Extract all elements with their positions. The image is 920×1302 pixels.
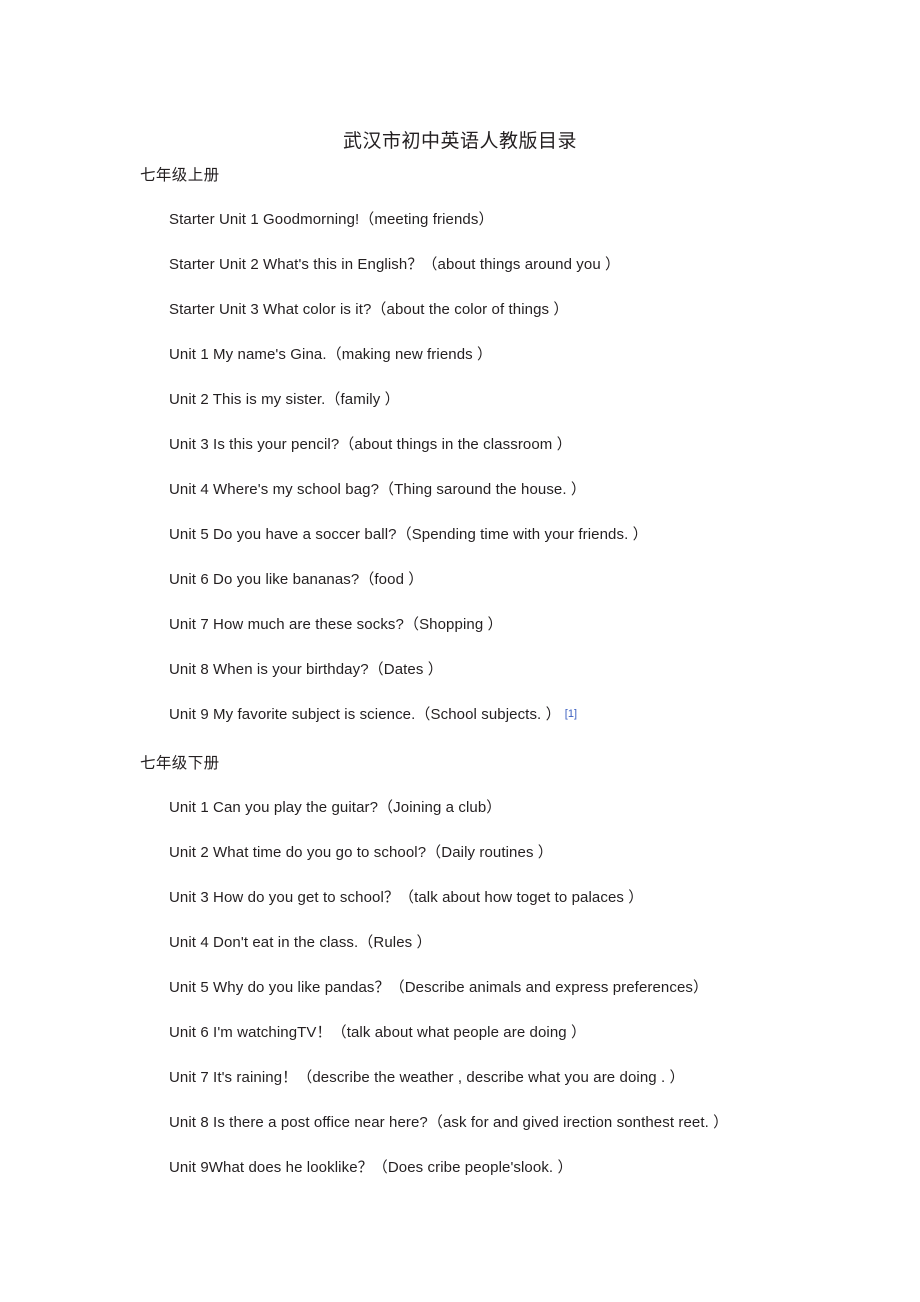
list-item: Unit 6 I'm watchingTV！（talk about what p… [169, 1010, 728, 1055]
list-item: Unit 4 Don't eat in the class.（Rules ） [169, 920, 728, 965]
list-item: Unit 4 Where's my school bag?（Thing saro… [169, 467, 648, 512]
document-page: 武汉市初中英语人教版目录 七年级上册 Starter Unit 1 Goodmo… [0, 0, 920, 1302]
page-title: 武汉市初中英语人教版目录 [342, 129, 577, 152]
footnote-reference-link[interactable]: [1] [565, 708, 578, 720]
unit-label: Starter Unit 1 Goodmorning!（meeting frie… [169, 211, 494, 228]
list-item: Unit 2 What time do you go to school?（Da… [169, 830, 728, 875]
list-item: Unit 6 Do you like bananas?（food ） [169, 557, 648, 602]
unit-label: Unit 7 How much are these socks?（Shoppin… [169, 616, 503, 633]
unit-label: Unit 9What does he looklike？（Does cribe … [169, 1159, 573, 1176]
unit-label: Unit 2 This is my sister.（family ） [169, 391, 400, 408]
unit-label: Unit 8 When is your birthday?（Dates ） [169, 661, 443, 678]
list-item: Unit 7 It's raining！（describe the weathe… [169, 1055, 728, 1100]
list-item: Starter Unit 2 What's this in English？（a… [169, 242, 648, 287]
unit-list-grade7-volume1: Starter Unit 1 Goodmorning!（meeting frie… [169, 197, 648, 737]
unit-label: Unit 4 Don't eat in the class.（Rules ） [169, 934, 432, 951]
unit-label: Starter Unit 3 What color is it?（about t… [169, 301, 569, 318]
list-item: Unit 1 My name's Gina.（making new friend… [169, 332, 648, 377]
unit-label: Unit 3 How do you get to school？（talk ab… [169, 889, 644, 906]
list-item: Unit 1 Can you play the guitar?（Joining … [169, 785, 728, 830]
list-item: Unit 8 Is there a post office near here?… [169, 1100, 728, 1145]
list-item: Unit 9 My favorite subject is science.（S… [169, 692, 648, 737]
unit-label: Unit 5 Do you have a soccer ball?（Spendi… [169, 526, 648, 543]
unit-label: Unit 3 Is this your pencil?（about things… [169, 436, 572, 453]
unit-label: Unit 1 Can you play the guitar?（Joining … [169, 799, 502, 816]
unit-label: Unit 8 Is there a post office near here?… [169, 1114, 729, 1131]
section-heading-grade7-volume1: 七年级上册 [140, 166, 220, 184]
unit-label: Unit 6 I'm watchingTV！（talk about what p… [169, 1024, 587, 1041]
list-item: Unit 5 Why do you like pandas？（Describe … [169, 965, 728, 1010]
list-item: Unit 5 Do you have a soccer ball?（Spendi… [169, 512, 648, 557]
list-item: Unit 8 When is your birthday?（Dates ） [169, 647, 648, 692]
list-item: Unit 7 How much are these socks?（Shoppin… [169, 602, 648, 647]
unit-label: Starter Unit 2 What's this in English？（a… [169, 256, 621, 273]
unit-label: Unit 5 Why do you like pandas？（Describe … [169, 979, 709, 996]
list-item: Starter Unit 1 Goodmorning!（meeting frie… [169, 197, 648, 242]
unit-list-grade7-volume2: Unit 1 Can you play the guitar?（Joining … [169, 785, 728, 1190]
list-item: Starter Unit 3 What color is it?（about t… [169, 287, 648, 332]
list-item: Unit 3 Is this your pencil?（about things… [169, 422, 648, 467]
unit-label: Unit 6 Do you like bananas?（food ） [169, 571, 424, 588]
list-item: Unit 2 This is my sister.（family ） [169, 377, 648, 422]
unit-label: Unit 9 My favorite subject is science.（S… [169, 706, 561, 723]
section-heading-grade7-volume2: 七年级下册 [140, 754, 220, 772]
list-item: Unit 3 How do you get to school？（talk ab… [169, 875, 728, 920]
unit-label: Unit 2 What time do you go to school?（Da… [169, 844, 553, 861]
unit-label: Unit 4 Where's my school bag?（Thing saro… [169, 481, 587, 498]
unit-label: Unit 1 My name's Gina.（making new friend… [169, 346, 493, 363]
unit-label: Unit 7 It's raining！（describe the weathe… [169, 1069, 685, 1086]
list-item: Unit 9What does he looklike？（Does cribe … [169, 1145, 728, 1190]
